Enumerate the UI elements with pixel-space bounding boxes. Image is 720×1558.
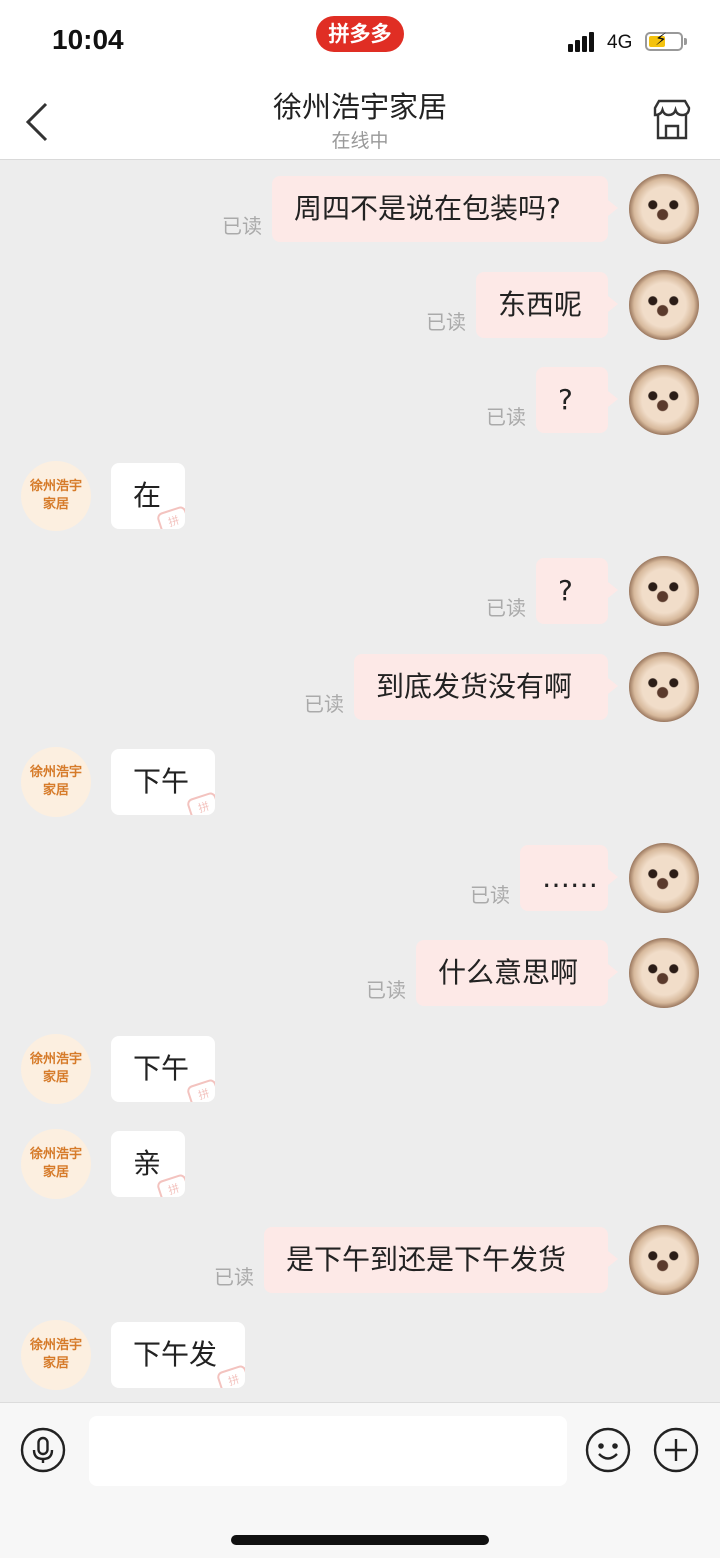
read-receipt: 已读	[486, 596, 526, 620]
incoming-message-bubble[interactable]: 下午拼	[111, 749, 215, 815]
user-avatar[interactable]	[629, 365, 699, 435]
outgoing-message-bubble[interactable]: 什么意思啊	[416, 940, 618, 1006]
chat-message: 徐州浩宇家居 下午发拼	[0, 1320, 720, 1390]
outgoing-message-bubble[interactable]: ……	[520, 845, 618, 911]
user-avatar[interactable]	[629, 174, 699, 244]
message-text: 在	[133, 479, 162, 512]
read-receipt: 已读	[366, 978, 406, 1002]
chat-message: 已读 什么意思啊	[0, 938, 720, 1008]
app-badge: 拼多多	[316, 16, 404, 52]
status-time: 10:04	[52, 24, 124, 55]
chat-message: 徐州浩宇家居 下午拼	[0, 747, 720, 817]
message-text: 下午	[133, 1052, 190, 1085]
outgoing-message-bubble[interactable]: 到底发货没有啊	[354, 654, 618, 720]
read-receipt: 已读	[214, 1265, 254, 1289]
microphone-icon[interactable]	[20, 1427, 66, 1473]
chat-message: 已读 ……	[0, 843, 720, 913]
chat-message: 已读 到底发货没有啊	[0, 652, 720, 722]
message-text: 下午	[133, 765, 190, 798]
shop-avatar[interactable]: 徐州浩宇家居	[21, 1320, 91, 1390]
home-indicator	[231, 1535, 489, 1545]
incoming-message-bubble[interactable]: 下午拼	[111, 1036, 215, 1102]
chat-message: 已读?	[0, 556, 720, 626]
user-avatar[interactable]	[629, 843, 699, 913]
read-receipt: 已读	[304, 692, 344, 716]
chat-message: 徐州浩宇家居亲拼	[0, 1129, 720, 1199]
outgoing-message-bubble[interactable]: 周四不是说在包装吗?	[272, 176, 618, 242]
chat-message: 徐州浩宇家居在拼	[0, 461, 720, 531]
incoming-message-bubble[interactable]: 亲拼	[111, 1131, 185, 1197]
shop-avatar[interactable]: 徐州浩宇家居	[21, 1129, 91, 1199]
shop-avatar[interactable]: 徐州浩宇家居	[21, 1034, 91, 1104]
battery-nub	[684, 38, 687, 45]
pdd-stamp-icon: 拼	[185, 1078, 215, 1102]
shop-avatar[interactable]: 徐州浩宇家居	[21, 747, 91, 817]
plus-icon[interactable]	[653, 1427, 699, 1473]
chat-message: 徐州浩宇家居 下午拼	[0, 1034, 720, 1104]
emoji-icon[interactable]	[585, 1427, 631, 1473]
network-type: 4G	[607, 32, 633, 53]
chat-message: 已读?	[0, 365, 720, 435]
online-status: 在线中	[331, 130, 389, 152]
pdd-stamp-icon: 拼	[185, 791, 215, 815]
chat-message: 已读 东西呢	[0, 270, 720, 340]
chat-message: 已读 周四不是说在包装吗?	[0, 174, 720, 244]
user-avatar[interactable]	[629, 652, 699, 722]
read-receipt: 已读	[486, 405, 526, 429]
read-receipt: 已读	[470, 883, 510, 907]
battery-icon: ⚡	[645, 30, 683, 51]
message-text: 亲	[133, 1147, 162, 1180]
status-bar: 10:04 拼多多 4G ⚡	[0, 0, 720, 80]
outgoing-message-bubble[interactable]: ?	[536, 558, 618, 624]
chat-message: 已读 是下午到还是下午发货	[0, 1225, 720, 1295]
pdd-stamp-icon: 拼	[215, 1364, 245, 1388]
read-receipt: 已读	[222, 214, 262, 238]
store-icon[interactable]	[650, 98, 694, 142]
outgoing-message-bubble[interactable]: ?	[536, 367, 618, 433]
message-text: 下午发	[133, 1338, 218, 1371]
chat-header: 徐州浩宇家居 在线中	[0, 80, 720, 160]
incoming-message-bubble[interactable]: 下午发拼	[111, 1322, 245, 1388]
user-avatar[interactable]	[629, 270, 699, 340]
chat-title: 徐州浩宇家居	[272, 90, 447, 124]
incoming-message-bubble[interactable]: 在拼	[111, 463, 185, 529]
user-avatar[interactable]	[629, 938, 699, 1008]
shop-avatar[interactable]: 徐州浩宇家居	[21, 461, 91, 531]
message-input[interactable]	[89, 1416, 567, 1486]
signal-icon	[568, 32, 600, 52]
read-receipt: 已读	[426, 310, 466, 334]
outgoing-message-bubble[interactable]: 东西呢	[476, 272, 618, 338]
input-bar	[0, 1402, 720, 1558]
outgoing-message-bubble[interactable]: 是下午到还是下午发货	[264, 1227, 618, 1293]
user-avatar[interactable]	[629, 1225, 699, 1295]
user-avatar[interactable]	[629, 556, 699, 626]
